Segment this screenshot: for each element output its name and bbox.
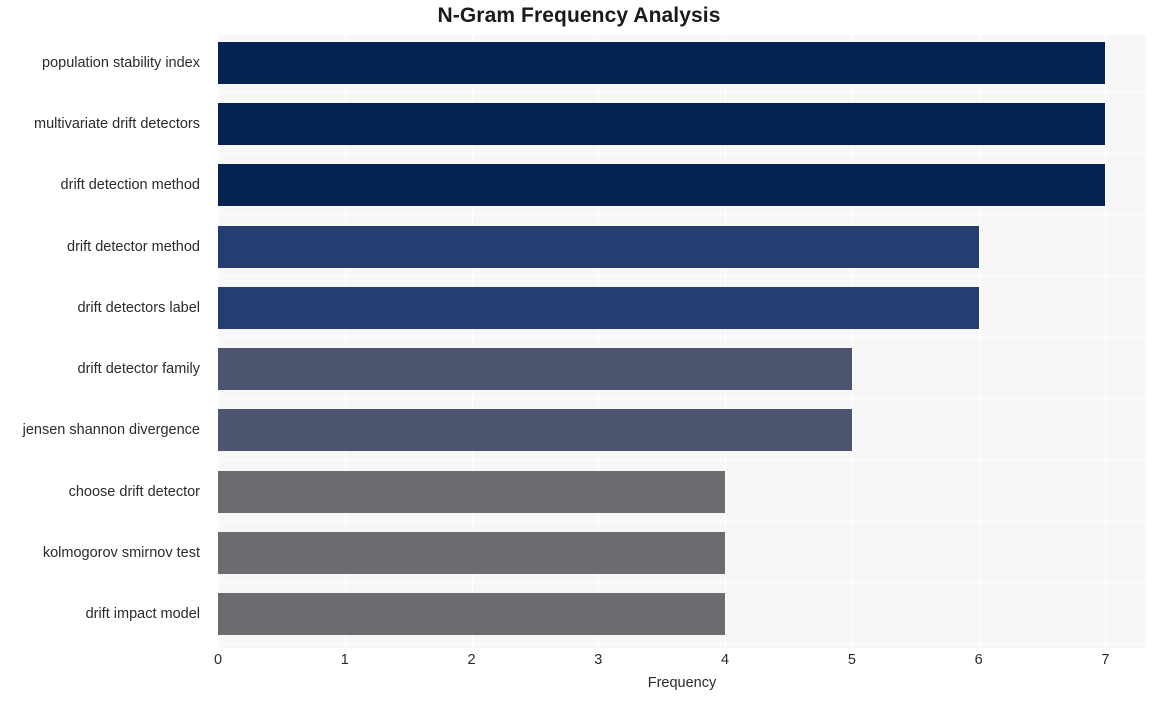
y-axis-label: drift detectors label: [77, 300, 200, 316]
chart-title: N-Gram Frequency Analysis: [437, 4, 721, 27]
y-gridline: [218, 337, 1146, 338]
y-axis-label: drift impact model: [85, 606, 200, 622]
plot-area: [218, 35, 1146, 648]
bar: [218, 348, 852, 390]
bar: [218, 409, 852, 451]
y-axis-label: population stability index: [42, 55, 200, 71]
y-axis-label: jensen shannon divergence: [22, 422, 200, 438]
x-axis-tick: 5: [847, 652, 856, 668]
bar: [218, 42, 1105, 84]
y-axis-label: drift detector family: [77, 361, 201, 377]
y-gridline: [218, 214, 1146, 215]
y-gridline: [218, 92, 1146, 93]
y-gridline: [218, 521, 1146, 522]
y-gridline: [218, 643, 1146, 644]
y-gridline: [218, 276, 1146, 277]
x-axis-tick: 1: [340, 652, 349, 668]
y-gridline: [218, 398, 1146, 399]
bar: [218, 164, 1105, 206]
y-axis-label: kolmogorov smirnov test: [42, 545, 200, 561]
y-axis-label: multivariate drift detectors: [33, 116, 200, 132]
chart-figure: N-Gram Frequency Analysis population sta…: [0, 0, 1158, 701]
x-axis-tick-labels: 0 1 2 3 4 5 6 7: [0, 652, 1158, 674]
x-axis-title: Frequency: [647, 675, 717, 691]
y-axis-tick-labels: population stability index multivariate d…: [0, 35, 210, 648]
x-axis-tick: 7: [1101, 652, 1110, 668]
y-axis-label: choose drift detector: [68, 484, 200, 500]
bar: [218, 593, 725, 635]
bar: [218, 287, 979, 329]
bar: [218, 471, 725, 513]
y-axis-label: drift detection method: [60, 177, 200, 193]
x-axis-tick: 2: [467, 652, 476, 668]
y-gridline: [218, 459, 1146, 460]
y-gridline: [218, 153, 1146, 154]
x-axis-tick: 6: [974, 652, 983, 668]
x-axis-tick: 3: [594, 652, 603, 668]
x-axis-tick: 0: [213, 652, 223, 668]
y-gridline: [218, 582, 1146, 583]
x-gridline: [1105, 35, 1107, 648]
bar: [218, 532, 725, 574]
bar: [218, 226, 979, 268]
bar: [218, 103, 1105, 145]
x-axis-tick: 4: [721, 652, 730, 668]
y-axis-label: drift detector method: [67, 239, 200, 255]
